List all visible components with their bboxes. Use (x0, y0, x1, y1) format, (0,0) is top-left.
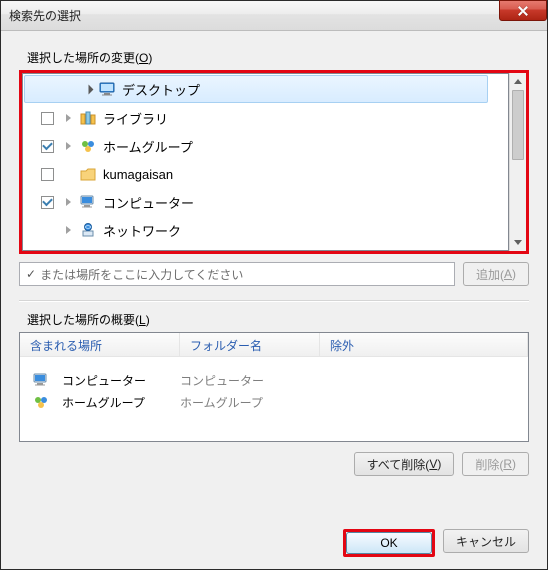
cancel-button[interactable]: キャンセル (443, 529, 529, 553)
checkbox[interactable] (41, 112, 54, 125)
checkbox[interactable] (41, 168, 54, 181)
summary-list[interactable]: 含まれる場所 フォルダー名 除外 コンピューター コンピューター (19, 332, 529, 442)
ok-highlight: OK (343, 529, 435, 557)
location-tree[interactable]: デスクトップ ライブラリ ホームグループ (22, 73, 509, 251)
path-row: ✓ または場所をここに入力してください 追加(A) (19, 262, 529, 286)
change-location-label: 選択した場所の変更(O) (27, 49, 529, 66)
chevron-down-icon (514, 240, 522, 245)
user-folder-icon (79, 166, 97, 182)
checkbox-checked[interactable] (41, 140, 54, 153)
tree-item-user[interactable]: kumagaisan (23, 160, 508, 188)
tree-item-computer[interactable]: コンピューター (23, 188, 508, 216)
expand-closed-icon[interactable] (66, 226, 71, 234)
dialog-window: 検索先の選択 選択した場所の変更(O) デスクトップ (0, 0, 548, 570)
expand-closed-icon[interactable] (66, 198, 71, 206)
expand-closed-icon[interactable] (66, 142, 71, 150)
summary-body: コンピューター コンピューター ホームグループ ホームグループ (20, 357, 528, 425)
tree-item-label: デスクトップ (122, 80, 200, 99)
tree-item-homegroup[interactable]: ホームグループ (23, 132, 508, 160)
scroll-down-button[interactable] (510, 234, 526, 251)
summary-header: 含まれる場所 フォルダー名 除外 (20, 333, 528, 357)
list-item-folder: コンピューター (180, 372, 264, 389)
column-folder[interactable]: フォルダー名 (180, 333, 320, 356)
homegroup-icon (79, 138, 97, 154)
desktop-icon (98, 81, 116, 97)
delete-row: すべて削除(V) 削除(R) (19, 452, 529, 476)
chevron-up-icon (514, 79, 522, 84)
dialog-footer: OK キャンセル (343, 529, 529, 557)
path-placeholder: または場所をここに入力してください (40, 266, 243, 283)
checkbox-checked[interactable] (41, 196, 54, 209)
homegroup-icon (32, 394, 50, 410)
tree-item-desktop[interactable]: デスクトップ (24, 75, 488, 103)
list-item-name: ホームグループ (62, 394, 145, 411)
list-item[interactable]: コンピューター コンピューター (32, 369, 516, 391)
tree-item-label: コンピューター (103, 193, 194, 212)
path-input[interactable]: ✓ または場所をここに入力してください (19, 262, 455, 286)
expand-open-icon[interactable] (84, 84, 94, 94)
ok-button[interactable]: OK (346, 532, 432, 554)
tree-item-label: ライブラリ (103, 109, 168, 128)
scroll-up-button[interactable] (510, 73, 526, 90)
tree-item-libraries[interactable]: ライブラリ (23, 104, 508, 132)
tree-scrollbar[interactable] (509, 73, 526, 251)
close-button[interactable] (499, 0, 547, 21)
title-text: 検索先の選択 (9, 7, 81, 24)
tree-item-label: ホームグループ (103, 137, 193, 156)
close-icon (517, 5, 529, 17)
titlebar[interactable]: 検索先の選択 (1, 1, 547, 31)
add-button[interactable]: 追加(A) (463, 262, 529, 286)
expand-closed-icon[interactable] (66, 114, 71, 122)
computer-icon (32, 372, 50, 388)
tree-item-label: ネットワーク (103, 221, 181, 240)
delete-all-button[interactable]: すべて削除(V) (354, 452, 455, 476)
delete-button[interactable]: 削除(R) (462, 452, 529, 476)
separator (19, 300, 529, 301)
summary-label: 選択した場所の概要(L) (27, 311, 529, 328)
tree-item-network[interactable]: ネットワーク (23, 216, 508, 244)
tree-item-label: kumagaisan (103, 167, 173, 182)
network-icon (79, 222, 97, 238)
check-icon: ✓ (26, 267, 36, 281)
list-item-folder: ホームグループ (180, 394, 263, 411)
libraries-icon (79, 110, 97, 126)
computer-icon (79, 194, 97, 210)
scroll-thumb[interactable] (512, 90, 524, 160)
column-included[interactable]: 含まれる場所 (20, 333, 180, 356)
scroll-track[interactable] (510, 160, 526, 234)
content-area: 選択した場所の変更(O) デスクトップ ライブラリ (1, 31, 547, 476)
list-item[interactable]: ホームグループ ホームグループ (32, 391, 516, 413)
column-exclude[interactable]: 除外 (320, 333, 528, 356)
location-tree-highlight: デスクトップ ライブラリ ホームグループ (19, 70, 529, 254)
list-item-name: コンピューター (62, 372, 146, 389)
